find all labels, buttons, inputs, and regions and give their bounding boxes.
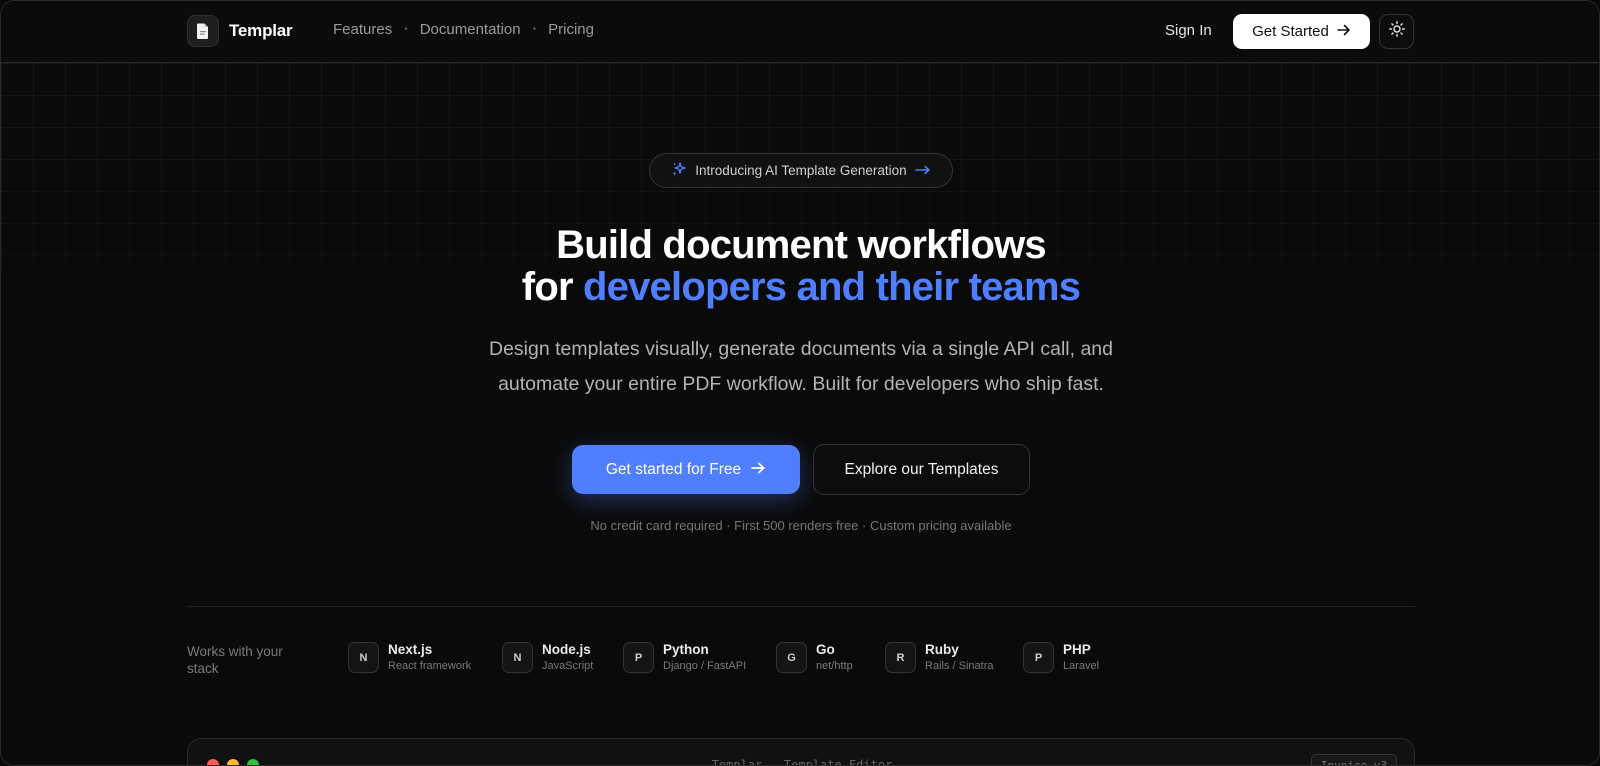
brand-name: Templar [229,21,293,40]
stack-badge: N [348,642,379,673]
stack-name: PHP [1063,642,1091,657]
top-navbar: Templar Features • Documentation • Prici… [1,1,1599,63]
stack-sub: Laravel [1063,660,1100,672]
nav-separator: • [532,24,537,35]
hero-subtitle-line2: automate your entire PDF workflow. Built… [498,373,1104,395]
theme-toggle-button[interactable] [1379,14,1414,49]
get-started-label: Get Started [1252,23,1329,40]
sign-in-link[interactable]: Sign In [1165,22,1212,39]
announcement-text: Introducing AI Template Generation [695,163,907,178]
nav-separator: • [404,24,408,35]
nav-pricing[interactable]: Pricing [548,21,594,38]
stack-badge: R [885,642,916,673]
stack-name: Go [816,642,835,657]
section-divider [187,606,1415,607]
stack-item-nodejs: N Node.js JavaScript [502,642,593,673]
hero-title-line1: Build document workflows [556,223,1047,267]
stack-name: Python [663,642,709,657]
stack-item-go: G Go net/http [776,642,853,673]
explore-templates-button[interactable]: Explore our Templates [813,444,1030,495]
hero-title-line2: for developers and their teams [1,265,1599,309]
document-icon [187,15,219,47]
hero-subtitle-line1: Design templates visually, generate docu… [489,338,1113,360]
sun-icon [1388,21,1405,42]
stack-badge: G [776,642,807,673]
stack-badge: N [502,642,533,673]
main-nav: Features • Documentation • Pricing [333,21,594,38]
cta-primary-label: Get started for Free [605,460,742,478]
stack-item-php: P PHP Laravel [1023,642,1099,673]
stack-name: Node.js [542,642,591,657]
hero-title-prefix: for [521,265,584,309]
grid-background [1,63,1599,353]
sparkles-icon [671,161,687,180]
stack-name: Ruby [925,642,959,657]
stack-badge: P [1023,642,1054,673]
editor-title: Templar - Template Editor [711,758,893,766]
hero-title-accent: developers and their teams [583,265,1081,309]
stack-sub: Rails / Sinatra [925,660,994,672]
stack-sub: net/http [816,660,853,672]
stack-item-python: P Python Django / FastAPI [623,642,746,673]
arrow-right-icon [751,461,766,479]
stack-sub: JavaScript [542,660,594,672]
stack-item-nextjs: N Next.js React framework [348,642,471,673]
page-frame: Templar Features • Documentation • Prici… [0,0,1600,766]
template-version-tag: Invoice v3 [1311,754,1397,765]
arrow-right-icon [914,163,931,178]
stack-name: Next.js [388,642,433,657]
stack-label: Works with your stack [187,644,283,676]
stack-sub: Django / FastAPI [663,660,747,672]
get-started-free-button[interactable]: Get started for Free [572,445,800,494]
brand-logo[interactable]: Templar [187,15,293,47]
get-started-button[interactable]: Get Started [1233,14,1370,49]
announcement-pill[interactable]: Introducing AI Template Generation [649,153,953,188]
hero-fineprint: No credit card required · First 500 rend… [590,518,1012,533]
stack-item-ruby: R Ruby Rails / Sinatra [885,642,993,673]
stack-sub: React framework [388,660,472,672]
nav-documentation[interactable]: Documentation [420,21,521,38]
arrow-right-icon [1337,23,1351,40]
nav-features[interactable]: Features [333,21,392,38]
editor-preview-window: Templar - Template Editor Invoice v3 [187,738,1415,766]
stack-badge: P [623,642,654,673]
